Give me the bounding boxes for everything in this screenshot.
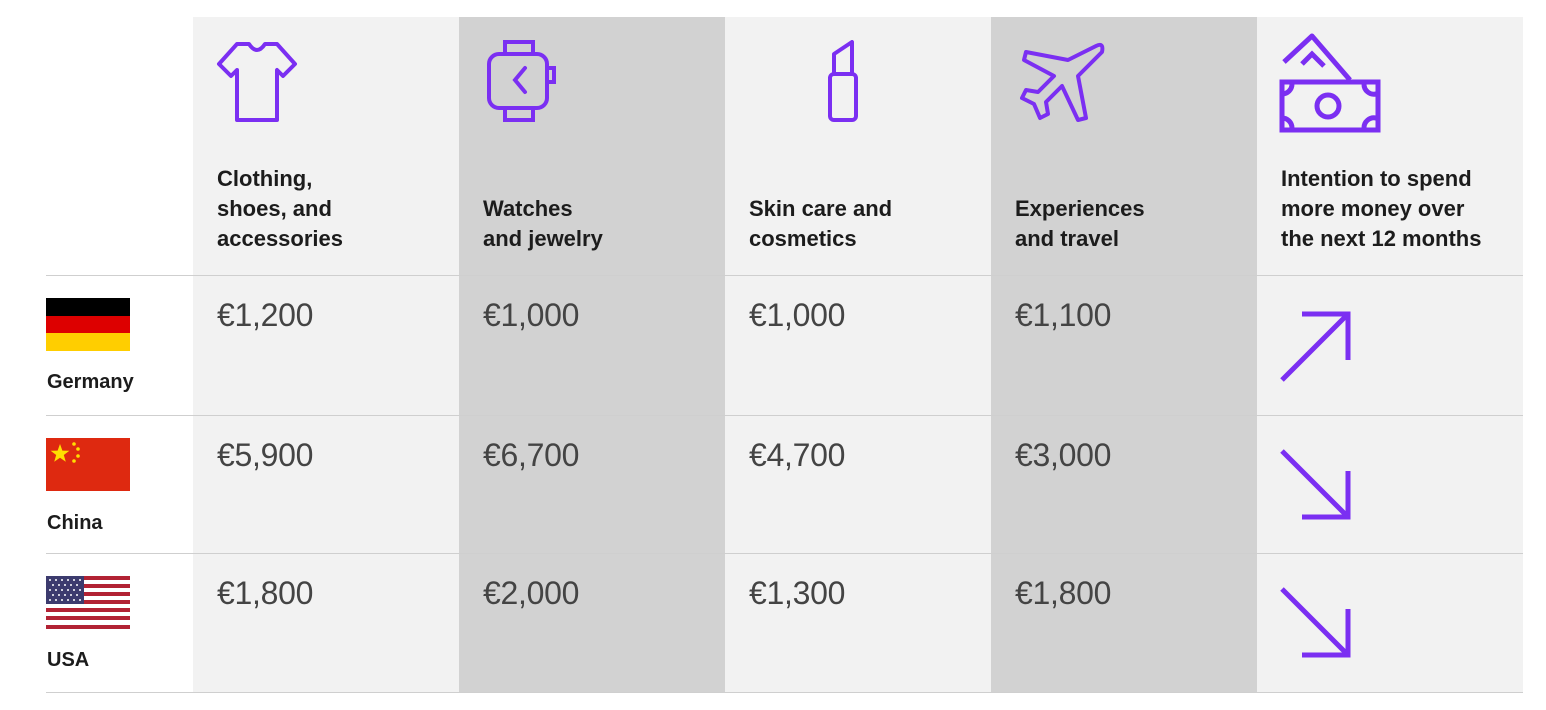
value-cell: €2,000 bbox=[483, 575, 580, 611]
value-cell: €1,200 bbox=[217, 297, 314, 333]
germany-flag bbox=[46, 298, 130, 351]
row-divider bbox=[46, 275, 1523, 276]
smartwatch-icon bbox=[485, 40, 557, 124]
header-intention: Intention to spend more money over the n… bbox=[1281, 158, 1531, 254]
t-shirt-icon bbox=[215, 40, 299, 124]
value-cell: €1,300 bbox=[749, 575, 846, 611]
header-skincare-line: cosmetics bbox=[749, 226, 857, 251]
header-watches: Watches and jewelry bbox=[483, 158, 733, 254]
value-cell: €1,000 bbox=[749, 297, 846, 333]
header-watches-line: Watches bbox=[483, 196, 573, 221]
money-icon bbox=[1278, 32, 1382, 134]
china-flag bbox=[46, 438, 130, 491]
country-label: USA bbox=[47, 649, 90, 671]
header-intention-line: Intention to spend bbox=[1281, 166, 1472, 191]
country-label: China bbox=[47, 512, 103, 534]
airplane-icon bbox=[1020, 40, 1106, 124]
header-clothing-line: Clothing, bbox=[217, 166, 313, 191]
country-label: Germany bbox=[47, 371, 134, 393]
value-cell: €3,000 bbox=[1015, 437, 1112, 473]
header-travel-line: and travel bbox=[1015, 226, 1119, 251]
lipstick-icon bbox=[826, 40, 860, 124]
value-cell: €1,000 bbox=[483, 297, 580, 333]
header-intention-line: more money over bbox=[1281, 196, 1465, 221]
row-divider bbox=[46, 692, 1523, 693]
trend-down-arrow-icon bbox=[1278, 585, 1356, 663]
value-cell: €1,100 bbox=[1015, 297, 1112, 333]
header-clothing-line: shoes, and bbox=[217, 196, 332, 221]
header-travel-line: Experiences bbox=[1015, 196, 1145, 221]
trend-down-arrow-icon bbox=[1278, 447, 1356, 525]
usa-flag bbox=[46, 576, 130, 629]
header-travel: Experiences and travel bbox=[1015, 158, 1265, 254]
value-cell: €5,900 bbox=[217, 437, 314, 473]
row-divider bbox=[46, 415, 1523, 416]
row-divider bbox=[46, 553, 1523, 554]
value-cell: €1,800 bbox=[217, 575, 314, 611]
header-clothing: Clothing, shoes, and accessories bbox=[217, 158, 467, 254]
header-clothing-line: accessories bbox=[217, 226, 343, 251]
trend-up-arrow-icon bbox=[1278, 308, 1356, 386]
header-skincare: Skin care and cosmetics bbox=[749, 158, 999, 254]
header-watches-line: and jewelry bbox=[483, 226, 603, 251]
value-cell: €4,700 bbox=[749, 437, 846, 473]
value-cell: €1,800 bbox=[1015, 575, 1112, 611]
header-skincare-line: Skin care and bbox=[749, 196, 893, 221]
value-cell: €6,700 bbox=[483, 437, 580, 473]
header-intention-line: the next 12 months bbox=[1281, 226, 1482, 251]
